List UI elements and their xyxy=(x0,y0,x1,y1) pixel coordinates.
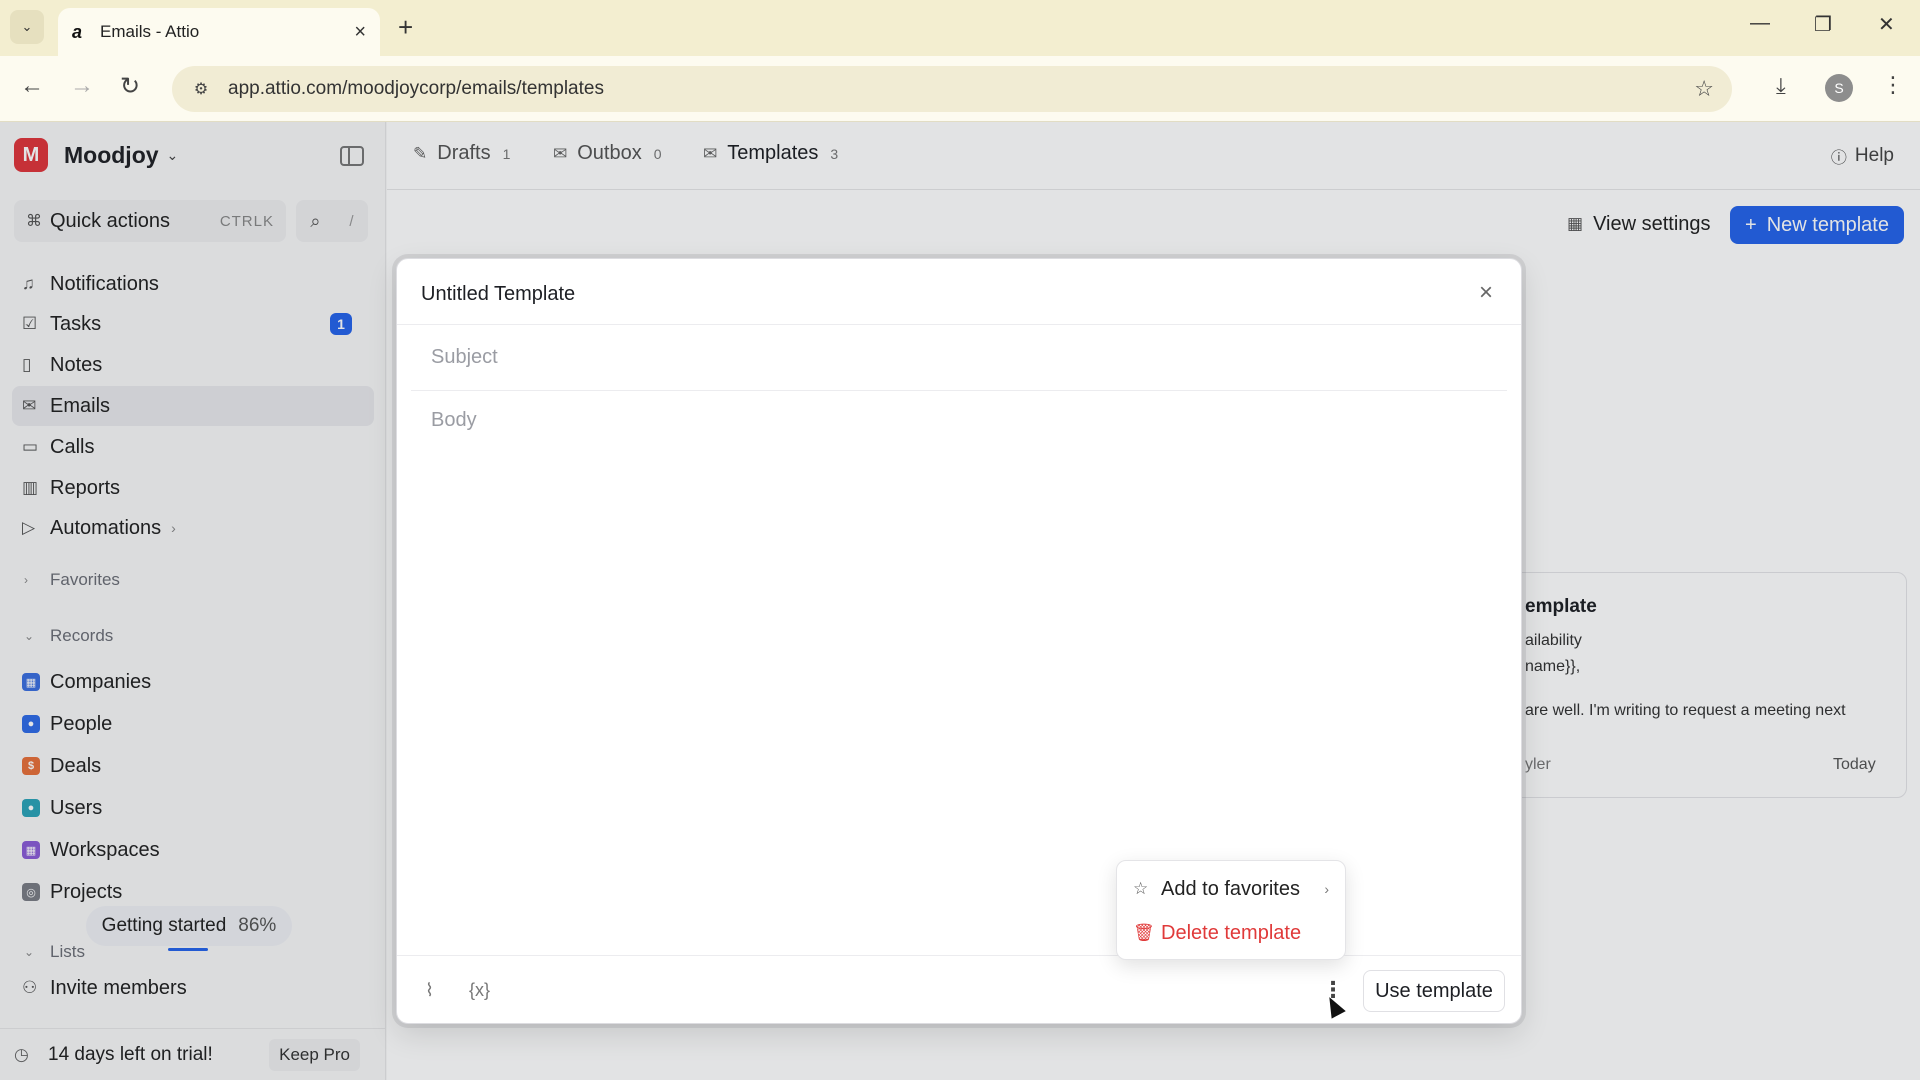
modal-header: Untitled Template × xyxy=(397,259,1521,325)
close-icon[interactable]: × xyxy=(1479,279,1493,307)
trash-icon: 🗑 xyxy=(1133,923,1155,942)
star-icon: ☆ xyxy=(1133,879,1149,898)
new-tab-button[interactable]: + xyxy=(398,12,413,43)
tab-search-button[interactable]: ⌄ xyxy=(10,10,44,44)
browser-tab[interactable]: a Emails - Attio × xyxy=(58,8,380,56)
add-to-favorites-item[interactable]: ☆ Add to favorites › xyxy=(1123,867,1339,911)
minimize-icon[interactable]: — xyxy=(1750,12,1770,35)
variable-icon[interactable]: {x} xyxy=(469,980,490,1001)
browser-tab-title: Emails - Attio xyxy=(100,22,200,41)
forward-arrow-icon[interactable]: → xyxy=(70,72,94,100)
back-arrow-icon[interactable]: ← xyxy=(20,72,44,100)
subject-input[interactable] xyxy=(431,346,1507,369)
restore-icon[interactable]: ❐ xyxy=(1814,12,1832,37)
download-icon[interactable]: ⤓ xyxy=(1776,73,1786,99)
site-info-icon[interactable]: ⚙ xyxy=(184,72,218,106)
bookmark-star-icon[interactable]: ☆ xyxy=(1694,76,1714,102)
browser-menu-icon[interactable]: ⋮ xyxy=(1882,72,1904,98)
window-close-icon[interactable]: ✕ xyxy=(1878,12,1895,37)
close-tab-icon[interactable]: × xyxy=(354,21,366,44)
template-options-menu: ☆ Add to favorites › 🗑 Delete template xyxy=(1116,860,1346,960)
use-template-button[interactable]: Use template xyxy=(1363,970,1505,1012)
delete-template-label: Delete template xyxy=(1161,921,1302,944)
attachment-icon[interactable]: ⌇ xyxy=(425,980,434,1001)
attio-favicon-icon: a xyxy=(72,21,83,42)
browser-toolbar: ← → ↻ ⚙ app.attio.com/moodjoycorp/emails… xyxy=(0,56,1920,122)
subject-row xyxy=(411,325,1507,391)
modal-footer: ⌇ {x} ⋮ Use template xyxy=(397,955,1521,1023)
add-to-favorites-label: Add to favorites xyxy=(1161,877,1300,900)
profile-avatar[interactable]: S xyxy=(1825,74,1853,102)
browser-tab-strip: ⌄ a Emails - Attio × + — ❐ ✕ xyxy=(0,0,1920,56)
url-text[interactable]: app.attio.com/moodjoycorp/emails/templat… xyxy=(228,78,604,100)
template-title[interactable]: Untitled Template xyxy=(421,283,575,306)
address-bar[interactable]: ⚙ app.attio.com/moodjoycorp/emails/templ… xyxy=(172,66,1732,112)
delete-template-item[interactable]: 🗑 Delete template xyxy=(1123,911,1339,955)
chevron-right-icon: › xyxy=(1324,881,1329,897)
reload-icon[interactable]: ↻ xyxy=(120,72,140,101)
template-editor-modal: Untitled Template × ⌇ {x} ⋮ Use template xyxy=(396,258,1522,1024)
